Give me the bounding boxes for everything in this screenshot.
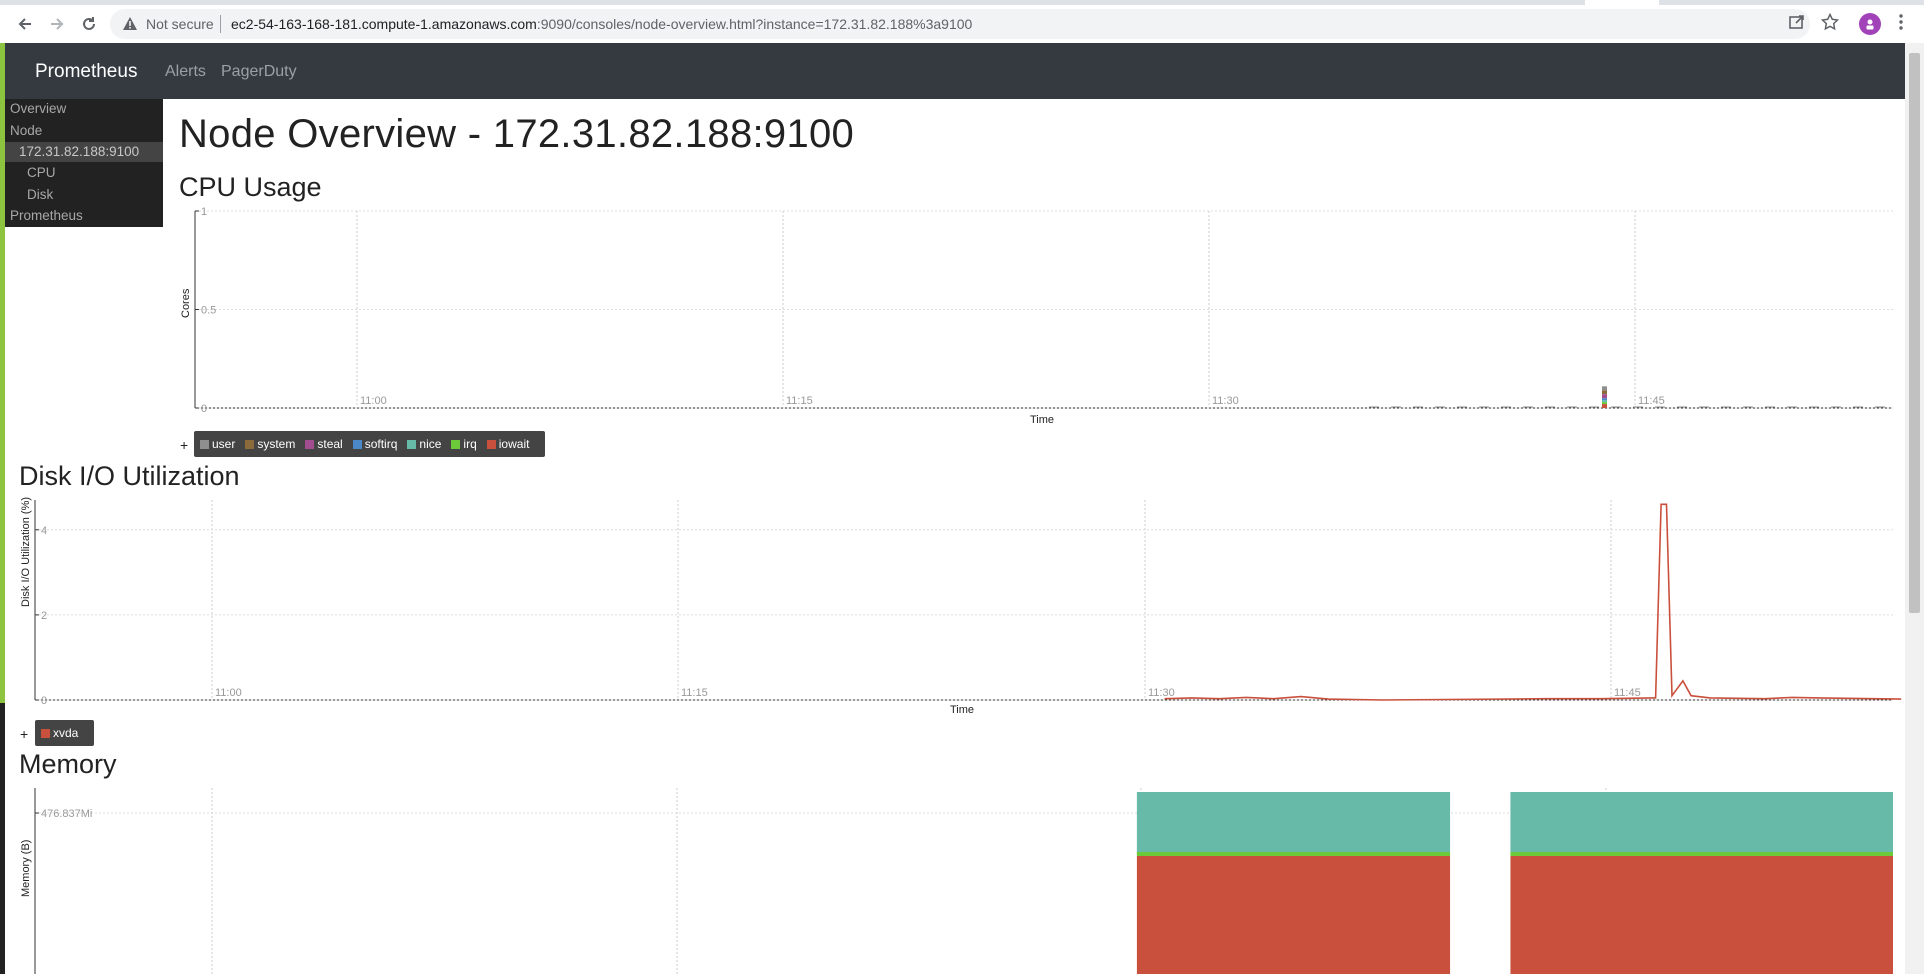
disk-series-xvda-line xyxy=(1164,503,1902,701)
legend-label: nice xyxy=(419,437,442,451)
x-tick-label: 11:00 xyxy=(215,687,242,699)
cpu-y-axis-title: Cores xyxy=(180,288,192,318)
legend-swatch xyxy=(245,439,255,449)
legend-label: xvda xyxy=(53,726,79,740)
cpu-spike-segment-user xyxy=(1602,386,1607,391)
sidebar-item-overview[interactable]: Overview xyxy=(10,101,66,116)
cpu-spike-segment-system xyxy=(1602,390,1607,395)
legend-swatch xyxy=(407,439,417,449)
reload-icon[interactable] xyxy=(76,11,102,37)
x-tick-label: 11:15 xyxy=(681,687,708,699)
sidebar-item-disk[interactable]: Disk xyxy=(27,187,53,202)
legend-item-softirq[interactable]: softirq xyxy=(352,437,398,451)
cpu-usage-heading: CPU Usage xyxy=(179,172,322,202)
url-host: ec2-54-163-168-181.compute-1.amazonaws.c… xyxy=(231,16,537,32)
x-tick-label: 11:15 xyxy=(786,395,813,407)
memory-heading: Memory xyxy=(19,749,117,779)
legend-label: iowait xyxy=(498,437,530,451)
legend-swatch xyxy=(305,439,315,449)
disk-legend: xvda xyxy=(35,720,95,746)
sidebar-item-cpu[interactable]: CPU xyxy=(27,165,56,180)
address-bar[interactable]: Not secure ec2-54-163-168-181.compute-1.… xyxy=(110,9,1810,39)
menu-kebab-icon[interactable] xyxy=(1898,13,1904,36)
profile-avatar[interactable] xyxy=(1859,13,1881,35)
x-tick-label: 11:30 xyxy=(1212,395,1239,407)
star-icon[interactable] xyxy=(1820,12,1840,36)
cpu-spike-segment-softirq xyxy=(1602,398,1607,401)
memory-area-used xyxy=(1510,856,1893,974)
y-tick-label: 2 xyxy=(41,610,47,622)
legend-item-irq[interactable]: irq xyxy=(451,437,477,451)
nav-alerts[interactable]: Alerts xyxy=(165,63,206,81)
url-text[interactable]: ec2-54-163-168-181.compute-1.amazonaws.c… xyxy=(231,16,972,32)
page-title: Node Overview - 172.31.82.188:9100 xyxy=(179,112,855,156)
legend-swatch xyxy=(200,439,209,449)
active-tab[interactable] xyxy=(1585,0,1659,5)
disk-x-axis-title: Time xyxy=(950,704,975,716)
y-tick-label: 476.837Mi xyxy=(41,808,92,820)
window-edge-dark xyxy=(0,703,5,974)
memory-area-cached xyxy=(1136,792,1451,854)
legend-item-nice[interactable]: nice xyxy=(407,437,441,451)
legend-swatch xyxy=(41,728,50,738)
browser-toolbar: Not secure ec2-54-163-168-181.compute-1.… xyxy=(0,0,1924,44)
memory-y-axis-title: Memory (B) xyxy=(20,839,32,897)
console-sidebar: Overview Node 172.31.82.188:9100 CPU Dis… xyxy=(5,99,163,227)
back-icon[interactable] xyxy=(12,11,38,37)
sidebar-item-node[interactable]: Node xyxy=(10,123,42,138)
memory-area-buffers xyxy=(1510,852,1893,856)
legend-item-iowait[interactable]: iowait xyxy=(486,437,530,451)
x-tick-label: 11:30 xyxy=(1148,687,1175,699)
legend-item-xvda[interactable]: xvda xyxy=(41,726,78,740)
forward-icon[interactable] xyxy=(44,11,70,37)
y-tick-label: 0 xyxy=(201,403,207,415)
cpu-legend: user system steal softirq nice irq iowai… xyxy=(194,431,546,457)
warning-icon[interactable] xyxy=(122,16,138,37)
disk-y-axis-title: Disk I/O Utilization (%) xyxy=(20,496,32,607)
legend-item-steal[interactable]: steal xyxy=(305,437,343,451)
tab-strip xyxy=(0,0,1924,5)
legend-label: user xyxy=(212,437,236,451)
share-icon[interactable] xyxy=(1788,13,1806,36)
disk-io-heading: Disk I/O Utilization xyxy=(19,461,240,491)
x-tick-label: 11:45 xyxy=(1638,395,1665,407)
legend-label: system xyxy=(257,437,296,451)
scrollbar-thumb[interactable] xyxy=(1909,53,1920,613)
sidebar-item-instance[interactable]: 172.31.82.188:9100 xyxy=(19,144,139,159)
legend-item-user[interactable]: user xyxy=(200,437,235,451)
cpu-x-axis-title: Time xyxy=(1030,414,1055,426)
cpu-spike-segment-irq xyxy=(1602,402,1607,405)
cpu-spike-segment-nice xyxy=(1602,400,1607,403)
y-tick-label: 4 xyxy=(41,525,47,537)
sidebar-item-prometheus[interactable]: Prometheus xyxy=(10,208,83,223)
legend-swatch xyxy=(451,439,461,449)
vertical-scrollbar[interactable] xyxy=(1905,43,1924,974)
legend-item-system[interactable]: system xyxy=(245,437,295,451)
y-tick-label: 0 xyxy=(41,695,47,707)
url-path: :9090/consoles/node-overview.html?instan… xyxy=(536,16,973,32)
memory-area-cached xyxy=(1510,792,1893,854)
legend-swatch xyxy=(352,439,362,449)
cpu-spike-segment-iowait xyxy=(1602,404,1607,408)
brand-link[interactable]: Prometheus xyxy=(35,61,137,83)
y-tick-label: 1 xyxy=(201,206,207,218)
security-label[interactable]: Not secure xyxy=(146,16,214,32)
address-separator xyxy=(220,15,221,33)
memory-area-buffers xyxy=(1136,852,1451,856)
memory-area-used xyxy=(1136,856,1451,974)
cpu-spike-segment-steal xyxy=(1602,394,1607,399)
y-tick-label: 0.5 xyxy=(201,305,216,317)
nav-pagerduty[interactable]: PagerDuty xyxy=(221,63,297,81)
cpu-legend-expand[interactable]: + xyxy=(180,437,188,453)
x-tick-label: 11:45 xyxy=(1614,687,1641,699)
legend-label: softirq xyxy=(364,437,398,451)
legend-swatch xyxy=(486,439,496,449)
legend-label: irq xyxy=(463,437,477,451)
disk-legend-expand[interactable]: + xyxy=(20,726,28,742)
legend-label: steal xyxy=(317,437,343,451)
top-navbar: Prometheus Alerts PagerDuty xyxy=(5,43,1905,99)
x-tick-label: 11:00 xyxy=(360,395,387,407)
